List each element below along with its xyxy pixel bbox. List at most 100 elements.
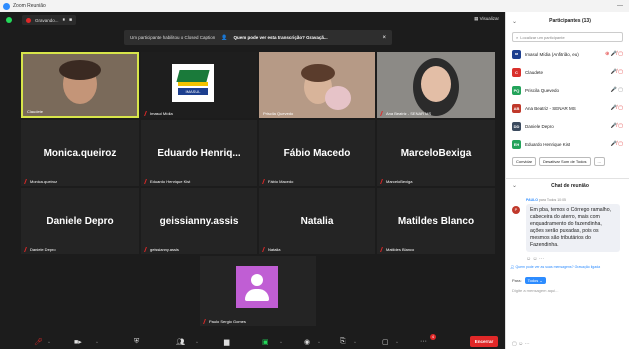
participants-header: ⌄ Participantes (13) xyxy=(506,12,629,30)
title-bar: Zoom Reunião — xyxy=(0,0,629,12)
participants-options-icon[interactable]: ^ xyxy=(196,340,198,345)
avatar: DD xyxy=(512,121,521,131)
participant-row[interactable]: EH Eduardo Henrique Kist 🎤̸ ▢ xyxy=(506,135,629,153)
mic-off-icon xyxy=(24,179,29,184)
video-tile-daniele[interactable]: Daniele Depro Daniele Depro xyxy=(21,188,139,254)
mute-all-button[interactable]: Desativar Som de Todos xyxy=(539,157,591,166)
video-camera-icon[interactable]: ■▸ xyxy=(74,338,82,346)
participant-list: IM Imasul Mídia (Anfitrião, eu) ⊕ 🎤̸ ▢ C… xyxy=(506,45,629,153)
caption-person-icon: 👤 xyxy=(221,34,228,41)
zoom-logo-icon xyxy=(3,2,10,10)
video-tile-monica[interactable]: Monica.queiroz Monica.queiroz xyxy=(21,120,139,186)
chat-header: ⌄ Chat de reunião xyxy=(506,178,629,192)
share-options-icon[interactable]: ^ xyxy=(280,340,282,345)
more-options-button[interactable]: ... xyxy=(593,157,605,166)
video-tile-fabio[interactable]: Fábio Macedo Fábio Macedo xyxy=(259,120,375,186)
participant-search-input[interactable]: ⌕ Localizar um participante xyxy=(512,32,623,42)
tile-name-tag: Matildes Blanco xyxy=(380,247,414,252)
imasul-logo: IMASUL xyxy=(172,64,214,102)
video-tile-ana-beatriz[interactable]: Ana Beatriz - SENAR MS xyxy=(377,52,495,118)
recording-dot-icon xyxy=(26,17,31,23)
mic-off-icon xyxy=(203,319,208,324)
participants-icon[interactable]: 👥︎ xyxy=(176,338,185,346)
video-options-icon[interactable]: ^ xyxy=(96,340,98,345)
end-meeting-button[interactable]: Encerrar xyxy=(470,336,498,347)
chat-title: Chat de reunião xyxy=(551,182,589,189)
message-recipient: para Todos xyxy=(538,198,557,202)
close-banner-button[interactable]: × xyxy=(382,35,386,41)
tile-name-tag: Claudete xyxy=(27,109,44,114)
video-tile-eduardo[interactable]: Eduardo Henriq... Eduardo Henrique Kist xyxy=(141,120,257,186)
participant-actions: Convidar Desativar Som de Todos ... xyxy=(506,153,629,170)
video-tile-natalia[interactable]: Natalia Natalia xyxy=(259,188,375,254)
video-tile-claudete[interactable]: Claudete xyxy=(21,52,139,118)
tile-name-tag: Priscila Quevedo xyxy=(263,111,294,116)
invite-button[interactable]: Convidar xyxy=(512,157,537,166)
video-tile-marcelo[interactable]: MarceloBexiga MarceloBexiga xyxy=(377,120,495,186)
audio-options-icon[interactable]: ^ xyxy=(48,340,50,345)
participant-row[interactable]: PQ Priscila Quevedo 🎤 ▢ xyxy=(506,81,629,99)
participant-status-icons: 🎤̸ ▢ xyxy=(610,123,623,129)
captions-icon[interactable]: ⎘ xyxy=(340,338,346,346)
collapse-chevron-icon[interactable]: ⌄ xyxy=(512,18,517,25)
chat-collapse-chevron-icon[interactable]: ⌄ xyxy=(512,182,517,189)
share-screen-icon[interactable]: ▣ xyxy=(262,338,269,346)
side-panel: ⌄ Participantes (13) ⌕ Localizar um part… xyxy=(505,12,629,349)
meeting-area: Gravando... ⏸ ■ ▦ Visualizar Um particip… xyxy=(0,12,505,349)
message-bubble: Em pba, temos o Córrego ramalho, cabecei… xyxy=(526,204,620,252)
mic-off-icon xyxy=(24,247,29,252)
captions-options-icon[interactable]: ^ xyxy=(354,340,356,345)
info-icon: 👤︎ xyxy=(510,265,515,269)
mic-off-icon xyxy=(144,111,149,116)
record-options-icon[interactable]: ^ xyxy=(318,340,320,345)
tile-name-tag: geissianny.assis xyxy=(144,247,179,252)
record-icon[interactable]: ◉ xyxy=(304,338,310,346)
recipient-selector: Para: Todos ⌄ xyxy=(512,277,623,284)
message-sender: PAULO xyxy=(526,198,538,202)
mic-off-icon xyxy=(144,179,149,184)
reactions-icon[interactable]: ▢ xyxy=(382,338,389,346)
chat-tools[interactable]: ▢ ☺ ··· xyxy=(512,341,530,347)
participant-status-icons: 🎤 ▢ xyxy=(610,87,623,93)
view-button[interactable]: ▦ Visualizar xyxy=(474,16,499,22)
chat-message-input[interactable]: Digite a mensagem aqui... xyxy=(512,288,623,293)
participant-status-icons: 🎤̸ ▢ xyxy=(610,105,623,111)
tile-name-tag: MarceloBexiga xyxy=(380,179,412,184)
video-tile-paulo[interactable]: Paulo Sergio Gomes xyxy=(200,256,316,326)
microphone-icon[interactable]: 🎤︎ xyxy=(34,338,43,346)
more-icon[interactable]: ··· xyxy=(420,338,427,345)
participant-name: Daniele Depro xyxy=(46,215,114,227)
transcript-visibility-link[interactable]: Quem pode ver esta transcrição? Gravaçã.… xyxy=(234,35,328,40)
sender-avatar: P xyxy=(512,206,520,214)
search-placeholder: Localizar um participante xyxy=(520,34,565,40)
stop-recording-button[interactable]: ■ xyxy=(69,17,72,23)
participant-status-icons: 🎤̸ ▢ xyxy=(610,69,623,75)
meeting-toolbar: 🎤︎ ^ ■▸ ^ ⛨ 👥︎ ^ ▆ ▣ ^ ◉ ^ ⎘ ^ ▢ ^ ··· 4… xyxy=(0,334,505,349)
message-time: 10:05 xyxy=(557,198,566,202)
recipient-dropdown[interactable]: Todos ⌄ xyxy=(524,277,546,284)
camera-hair xyxy=(301,64,335,82)
pause-recording-button[interactable]: ⏸ xyxy=(63,17,66,23)
banner-message: Um participante habilitou o Closed Capti… xyxy=(130,35,216,40)
window-title: Zoom Reunião xyxy=(13,3,46,9)
recording-indicator: Gravando... ⏸ ■ xyxy=(22,15,77,25)
message-reactions[interactable]: ☺ ☺ ··· xyxy=(526,256,629,262)
video-tile-imasul[interactable]: IMASUL Imasul Mídia xyxy=(141,52,257,118)
video-tile-matildes[interactable]: Matildes Blanco Matildes Blanco xyxy=(377,188,495,254)
reactions-options-icon[interactable]: ^ xyxy=(396,340,398,345)
tile-name-tag: Natalia xyxy=(262,247,280,252)
to-label: Para: xyxy=(512,278,522,283)
recording-label: Gravando... xyxy=(35,17,59,23)
security-icon[interactable]: ⛨ xyxy=(134,338,139,346)
minimize-button[interactable]: — xyxy=(617,3,623,9)
participant-row[interactable]: C Claudete 🎤̸ ▢ xyxy=(506,63,629,81)
participant-row[interactable]: AB Ana Beatriz - SENAR MS 🎤̸ ▢ xyxy=(506,99,629,117)
polls-icon[interactable]: ▆ xyxy=(224,338,229,346)
participant-row[interactable]: DD Daniele Depro 🎤̸ ▢ xyxy=(506,117,629,135)
security-shield-icon[interactable] xyxy=(6,17,12,23)
video-tile-priscila[interactable]: Priscila Quevedo xyxy=(259,52,375,118)
participant-row[interactable]: IM Imasul Mídia (Anfitrião, eu) ⊕ 🎤̸ ▢ xyxy=(506,45,629,63)
message-meta: PAULO para Todos 10:05 xyxy=(526,198,629,202)
video-tile-geissianny[interactable]: geissianny.assis geissianny.assis xyxy=(141,188,257,254)
chat-visibility-notice[interactable]: 👤︎ Quem pode ver as suas mensagens? Grav… xyxy=(510,265,625,269)
